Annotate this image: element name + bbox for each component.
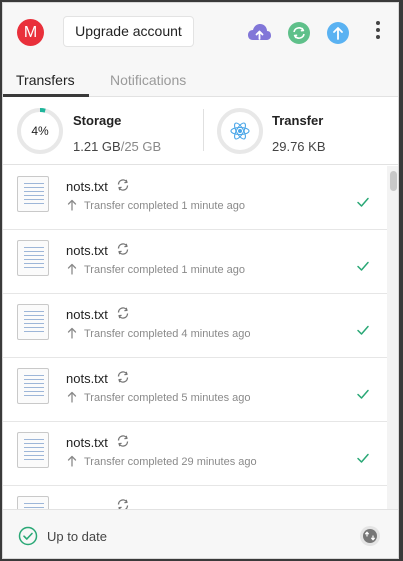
tab-bar: Transfers Notifications — [3, 61, 398, 97]
sync-status-text: Up to date — [47, 529, 107, 544]
footer: Up to date — [3, 509, 398, 558]
text-file-icon — [17, 496, 49, 509]
scrollbar-thumb[interactable] — [390, 171, 397, 191]
storage-used: 1.21 GB — [73, 139, 121, 154]
transfer-title: Transfer — [272, 113, 324, 128]
transfer-row[interactable]: nots.txt Transfer completed 1 minute ago — [3, 166, 387, 230]
upload-arrow-icon — [67, 327, 77, 339]
transfer-status: Transfer completed 29 minutes ago — [84, 456, 257, 468]
checkmark-icon — [356, 388, 370, 400]
refresh-icon[interactable] — [116, 370, 130, 384]
scrollbar[interactable] — [387, 166, 398, 509]
refresh-icon[interactable] — [116, 306, 130, 320]
upgrade-account-button[interactable]: Upgrade account — [63, 16, 194, 47]
usage-stats: 4% Storage 1.21 GB/25 GB Transfer 29.76 … — [3, 97, 398, 165]
file-name: nots.txt — [66, 243, 108, 258]
text-file-icon — [17, 240, 49, 276]
transfer-status: Transfer completed 1 minute ago — [84, 200, 246, 212]
upload-arrow-icon — [67, 263, 77, 275]
sync-circle-icon[interactable] — [286, 20, 312, 46]
text-file-icon — [17, 176, 49, 212]
avatar[interactable]: M — [17, 19, 44, 46]
transfer-manager-panel: M Upgrade account Transfers Notification… — [2, 2, 399, 559]
file-name: nots.txt — [66, 179, 108, 194]
tab-notifications[interactable]: Notifications — [110, 72, 186, 88]
file-name: nots.txt — [66, 307, 108, 322]
upload-arrow-icon — [67, 199, 77, 211]
transfer-row[interactable]: nots.txt Transfer completed 5 minutes ago — [3, 358, 387, 422]
transfer-status: Transfer completed 1 minute ago — [84, 264, 246, 276]
checkmark-icon — [356, 260, 370, 272]
cloud-upload-icon[interactable] — [246, 20, 272, 46]
transfer-row[interactable]: nots.txt Transfer completed 1 minute ago — [3, 230, 387, 294]
refresh-icon[interactable] — [116, 434, 130, 448]
transfer-row[interactable] — [3, 486, 387, 509]
checkmark-icon — [356, 324, 370, 336]
more-vertical-icon[interactable] — [371, 21, 385, 43]
upload-circle-icon[interactable] — [325, 20, 351, 46]
text-file-icon — [17, 304, 49, 340]
transfer-row[interactable]: nots.txt Transfer completed 29 minutes ag… — [3, 422, 387, 486]
tab-transfers[interactable]: Transfers — [16, 72, 75, 88]
atom-icon — [230, 122, 250, 140]
transfer-ring — [216, 107, 264, 155]
transfer-status: Transfer completed 5 minutes ago — [84, 392, 251, 404]
upload-arrow-icon — [67, 455, 77, 467]
check-circle-icon — [18, 526, 38, 546]
text-file-icon — [17, 368, 49, 404]
transfer-row[interactable]: nots.txt Transfer completed 4 minutes ago — [3, 294, 387, 358]
transfer-amount: 29.76 KB — [272, 139, 326, 154]
refresh-icon[interactable] — [116, 178, 130, 192]
storage-ring: 4% — [16, 107, 64, 155]
storage-total: /25 GB — [120, 139, 162, 154]
sync-status-icon[interactable] — [359, 525, 381, 547]
file-name: nots.txt — [66, 371, 108, 386]
refresh-icon[interactable] — [116, 498, 130, 509]
header: M Upgrade account — [3, 3, 398, 61]
storage-usage: 1.21 GB/25 GB — [73, 139, 161, 154]
transfer-list: nots.txt Transfer completed 1 minute ago n… — [3, 166, 387, 509]
checkmark-icon — [356, 452, 370, 464]
storage-title: Storage — [73, 113, 122, 128]
transfer-status: Transfer completed 4 minutes ago — [84, 328, 251, 340]
upload-arrow-icon — [67, 391, 77, 403]
refresh-icon[interactable] — [116, 242, 130, 256]
stats-divider — [203, 109, 204, 151]
text-file-icon — [17, 432, 49, 468]
storage-percent: 4% — [31, 124, 49, 138]
checkmark-icon — [356, 196, 370, 208]
file-name: nots.txt — [66, 435, 108, 450]
